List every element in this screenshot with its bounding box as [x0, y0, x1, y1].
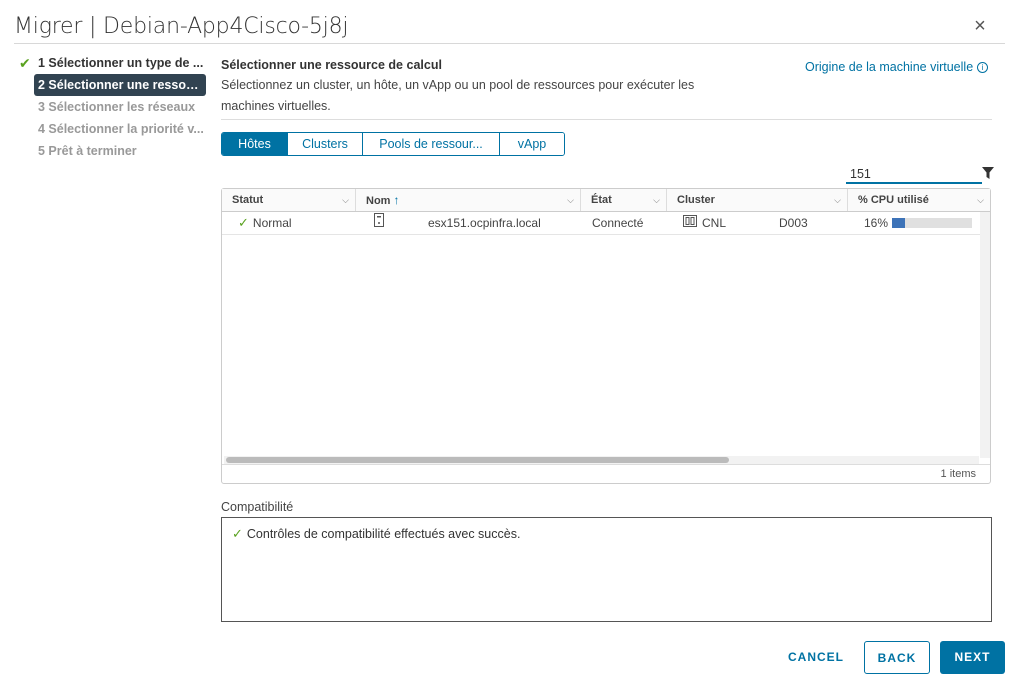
- cpu-usage-fill: [892, 218, 905, 228]
- cpu-usage-bar: [892, 218, 972, 228]
- cancel-button[interactable]: CANCEL: [780, 641, 852, 674]
- compatibility-message: Contrôles de compatibilité effectués ave…: [246, 527, 521, 541]
- vm-origin-label: Origine de la machine virtuelle: [805, 60, 974, 74]
- step-5: 5 Prêt à terminer: [14, 140, 206, 162]
- column-header-state[interactable]: État ⌵: [581, 189, 667, 211]
- filter-input[interactable]: 151: [846, 164, 982, 184]
- tab-resource-pools[interactable]: Pools de ressour...: [363, 133, 500, 155]
- chevron-down-icon[interactable]: ⌵: [834, 189, 841, 211]
- step-label: 1 Sélectionner un type de ...: [38, 56, 204, 70]
- step-4: 4 Sélectionner la priorité v...: [14, 118, 206, 140]
- table-row[interactable]: ✓ Normal esx151.ocpinfra.local Connecté C…: [222, 212, 980, 235]
- cluster-icon: [683, 212, 697, 234]
- next-button[interactable]: NEXT: [940, 641, 1005, 674]
- tab-clusters[interactable]: Clusters: [288, 133, 363, 155]
- step-label: 5 Prêt à terminer: [38, 144, 137, 158]
- host-icon: [374, 212, 384, 234]
- column-label: État: [591, 194, 612, 206]
- column-label: Statut: [232, 194, 264, 206]
- section-divider: [221, 119, 992, 120]
- tab-hosts[interactable]: Hôtes: [222, 133, 288, 155]
- dialog-title: Migrer | Debian-App4Cisco-5j8j: [14, 14, 349, 39]
- sort-ascending-icon: ↑: [393, 193, 400, 207]
- check-icon: ✓: [232, 526, 243, 541]
- column-label: Cluster: [677, 194, 715, 206]
- resource-tabs: Hôtes Clusters Pools de ressour... vApp: [221, 132, 565, 156]
- wizard-steps: ✔ 1 Sélectionner un type de ... 2 Sélect…: [14, 52, 206, 162]
- cluster-cell: CNL: [702, 216, 727, 230]
- title-divider: [14, 43, 1005, 44]
- status-text: Normal: [252, 216, 292, 230]
- section-description: Sélectionnez un cluster, un hôte, un vAp…: [221, 78, 695, 113]
- step-1[interactable]: ✔ 1 Sélectionner un type de ...: [14, 52, 206, 74]
- step-label: 4 Sélectionner la priorité v...: [38, 122, 204, 136]
- horizontal-scrollbar[interactable]: [224, 456, 979, 464]
- chevron-down-icon[interactable]: ⌵: [567, 189, 574, 211]
- step-label: 2 Sélectionner une ressour...: [38, 78, 206, 92]
- name-cell[interactable]: esx151.ocpinfra.local: [428, 212, 541, 234]
- close-icon[interactable]: ×: [970, 14, 990, 38]
- tab-vapp[interactable]: vApp: [500, 133, 564, 155]
- main-content: Sélectionner une ressource de calcul Sél…: [221, 56, 994, 622]
- column-header-cluster[interactable]: Cluster ⌵: [667, 189, 848, 211]
- column-header-name[interactable]: Nom ↑ ⌵: [356, 189, 581, 211]
- filter-icon[interactable]: [982, 167, 994, 179]
- check-icon: ✔: [19, 55, 31, 71]
- cpu-percent: 16%: [864, 216, 889, 230]
- vm-origin-link[interactable]: Origine de la machine virtuelle i: [805, 60, 989, 74]
- back-button[interactable]: BACK: [864, 641, 930, 674]
- step-label: 3 Sélectionner les réseaux: [38, 100, 196, 114]
- chevron-down-icon[interactable]: ⌵: [653, 189, 660, 211]
- chevron-down-icon[interactable]: ⌵: [342, 189, 349, 211]
- info-icon: i: [977, 62, 989, 73]
- cluster-suffix: D003: [779, 216, 808, 230]
- column-label: Nom: [366, 195, 391, 207]
- check-icon: ✓: [238, 215, 249, 230]
- scrollbar-thumb[interactable]: [226, 457, 729, 463]
- grid-header: Statut ⌵ Nom ↑ ⌵ État ⌵ Cluster ⌵ % CPU util…: [222, 189, 990, 212]
- hosts-grid: Statut ⌵ Nom ↑ ⌵ État ⌵ Cluster ⌵ % CPU util…: [221, 188, 991, 484]
- grid-footer: 1 items: [222, 464, 990, 483]
- compatibility-box: ✓ Contrôles de compatibilité effectués av…: [221, 517, 992, 622]
- column-header-status[interactable]: Statut ⌵: [222, 189, 356, 211]
- status-cell: ✓ Normal: [238, 212, 292, 234]
- vertical-scrollbar[interactable]: [980, 212, 990, 458]
- state-cell: Connecté: [592, 216, 644, 230]
- compatibility-label: Compatibilité: [221, 500, 294, 514]
- step-2[interactable]: 2 Sélectionner une ressour...: [34, 74, 206, 96]
- column-label: % CPU utilisé: [858, 194, 929, 206]
- chevron-down-icon[interactable]: ⌵: [977, 189, 984, 211]
- column-header-cpu[interactable]: % CPU utilisé ⌵: [848, 189, 990, 211]
- step-3: 3 Sélectionner les réseaux: [14, 96, 206, 118]
